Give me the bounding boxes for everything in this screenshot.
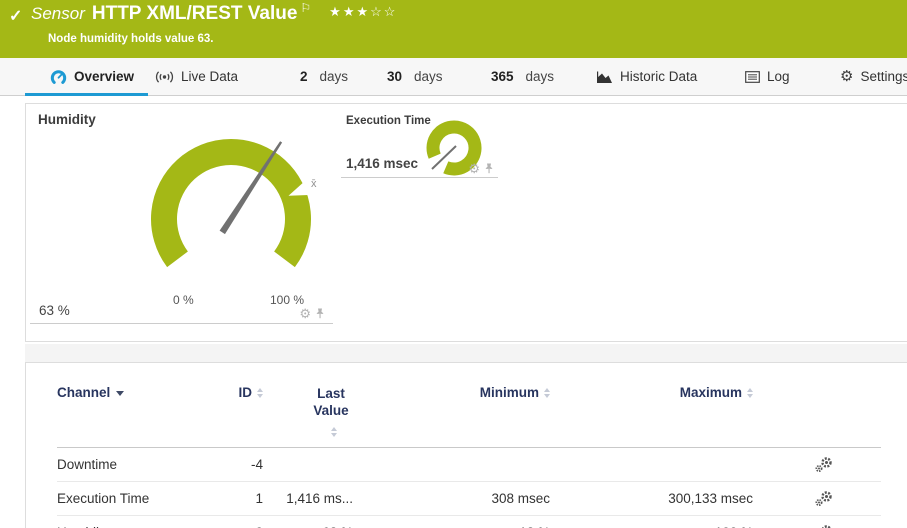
execution-panel-actions: ⚙	[468, 162, 494, 175]
log-list-icon	[745, 71, 760, 83]
stars-filled[interactable]: ★★★	[329, 4, 370, 19]
tab-30-days[interactable]: 30 days	[387, 58, 443, 95]
header-id-label: ID	[239, 385, 253, 400]
tab-2-days-number: 2	[300, 69, 308, 84]
sort-icon[interactable]	[544, 388, 550, 398]
sort-up-arrow	[544, 388, 550, 392]
tab-bar: Overview Live Data 2 days 30 days 365 da…	[0, 58, 907, 96]
cell-channel[interactable]: Downtime	[57, 457, 117, 472]
sort-down-arrow	[331, 433, 337, 437]
channels-card: Channel ID Last Value Minimum Maximum	[25, 362, 907, 528]
priority-stars[interactable]: ★★★☆☆	[329, 4, 397, 19]
tab-365-days-unit: days	[526, 69, 555, 84]
cell-id: 1	[255, 491, 263, 506]
pin-icon[interactable]	[315, 308, 325, 319]
table-row-humidity[interactable]: Humidity 0 63 % 18 % 100 %	[57, 516, 881, 528]
gauge-max-label: 100 %	[270, 293, 304, 307]
channel-settings-icon[interactable]	[815, 491, 881, 507]
sort-down-arrow	[747, 394, 753, 398]
flag-icon[interactable]: ⚐	[300, 1, 311, 15]
cell-minimum: 308 msec	[491, 491, 550, 506]
header-maximum-label: Maximum	[680, 385, 742, 400]
tab-overview-label: Overview	[74, 69, 134, 84]
pin-icon[interactable]	[484, 163, 494, 174]
tab-30-days-unit: days	[414, 69, 443, 84]
sensor-header: ✓ Sensor HTTP XML/REST Value⚐ ★★★☆☆ Node h…	[0, 0, 907, 58]
cell-id: -4	[251, 457, 263, 472]
active-tab-underline	[25, 93, 148, 96]
sort-down-arrow	[544, 394, 550, 398]
sensor-title: HTTP XML/REST Value	[92, 3, 298, 24]
channel-settings-icon[interactable]	[815, 525, 881, 528]
humidity-panel-actions: ⚙	[299, 307, 325, 320]
tab-live-data[interactable]: Live Data	[155, 58, 238, 95]
tab-historic-data-label: Historic Data	[620, 69, 697, 84]
gauge-icon	[50, 69, 67, 85]
tab-settings-label: Settings	[860, 69, 907, 84]
execution-time-title: Execution Time	[346, 115, 431, 127]
sensor-status-message: Node humidity holds value 63.	[48, 33, 214, 45]
execution-time-value: 1,416 msec	[346, 156, 418, 171]
sort-up-arrow	[747, 388, 753, 392]
sort-desc-icon	[116, 391, 124, 396]
header-minimum-label: Minimum	[480, 385, 539, 400]
humidity-gauge	[141, 124, 321, 304]
gauge-min-label: 0 %	[173, 293, 194, 307]
tab-2-days-unit: days	[320, 69, 349, 84]
channel-settings-icon[interactable]	[815, 457, 881, 473]
header-last-line2: Value	[313, 403, 348, 418]
cell-channel[interactable]: Execution Time	[57, 491, 149, 506]
cell-last-value: 1,416 ms...	[286, 491, 353, 506]
tab-365-days[interactable]: 365 days	[491, 58, 554, 95]
average-marker: x̄	[311, 178, 317, 190]
header-last-line1: Last	[317, 386, 345, 401]
sensor-kind-label: Sensor	[31, 4, 85, 23]
tab-live-data-label: Live Data	[181, 69, 238, 84]
broadcast-icon	[155, 70, 174, 84]
tab-365-days-number: 365	[491, 69, 514, 84]
status-check-icon: ✓	[9, 6, 22, 26]
channels-table: Channel ID Last Value Minimum Maximum	[57, 363, 881, 528]
humidity-current-value: 63 %	[39, 303, 70, 318]
header-channel-label: Channel	[57, 385, 110, 400]
header-last-value[interactable]: Last Value	[263, 385, 353, 437]
humidity-panel-title: Humidity	[38, 112, 96, 127]
execution-time-panel: Execution Time 1,416 msec ⚙	[341, 111, 498, 178]
header-maximum[interactable]: Maximum	[680, 385, 753, 400]
tab-2-days[interactable]: 2 days	[300, 58, 348, 95]
gear-icon[interactable]: ⚙	[468, 162, 480, 175]
card-divider	[25, 344, 907, 362]
tab-settings[interactable]: ⚙ Settings	[840, 58, 907, 95]
sort-icon[interactable]	[747, 388, 753, 398]
gauges-card: Humidity x̄ 0 % 100 % 63 % ⚙	[25, 103, 907, 342]
gear-icon[interactable]: ⚙	[299, 307, 311, 320]
sort-icon[interactable]	[331, 427, 337, 437]
cell-maximum: 300,133 msec	[668, 491, 753, 506]
header-minimum[interactable]: Minimum	[480, 385, 550, 400]
table-row-execution-time[interactable]: Execution Time 1 1,416 ms... 308 msec 30…	[57, 482, 881, 516]
tab-overview[interactable]: Overview	[50, 58, 134, 95]
sort-up-arrow	[331, 427, 337, 431]
tab-historic-data[interactable]: Historic Data	[596, 58, 697, 95]
table-row-downtime[interactable]: Downtime -4	[57, 448, 881, 482]
tab-log-label: Log	[767, 69, 790, 84]
sensor-title-line: Sensor HTTP XML/REST Value⚐ ★★★☆☆	[31, 3, 397, 25]
stars-empty[interactable]: ☆☆	[370, 4, 397, 19]
prtg-sensor-page: ✓ Sensor HTTP XML/REST Value⚐ ★★★☆☆ Node h…	[0, 0, 907, 528]
gear-icon: ⚙	[840, 69, 853, 84]
tab-30-days-number: 30	[387, 69, 402, 84]
header-id[interactable]: ID	[239, 385, 264, 400]
humidity-panel: Humidity x̄ 0 % 100 % 63 % ⚙	[30, 107, 333, 324]
header-channel[interactable]: Channel	[57, 385, 124, 400]
table-header-row: Channel ID Last Value Minimum Maximum	[57, 363, 881, 448]
tab-log[interactable]: Log	[745, 58, 790, 95]
area-chart-icon	[596, 70, 613, 83]
